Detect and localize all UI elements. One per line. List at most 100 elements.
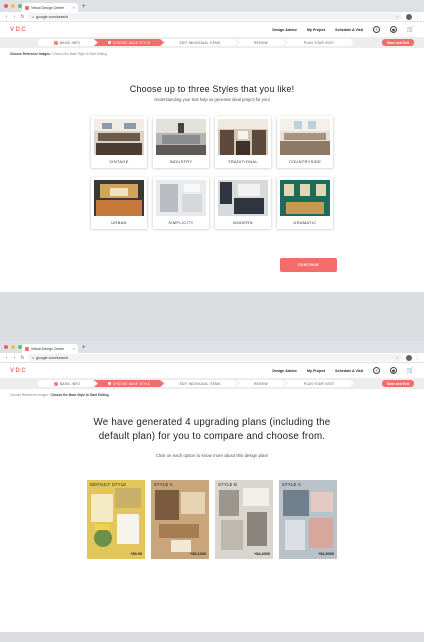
step-review[interactable]: REVIEW <box>236 380 286 387</box>
nav-design-advice[interactable]: Design Advice <box>272 28 297 32</box>
browser-tab[interactable]: Virtual Design Center × <box>22 344 78 353</box>
style-card-countryside[interactable]: COUNTRYSIDE <box>277 116 333 168</box>
user-icon[interactable]: ◉ <box>390 367 397 374</box>
window-controls <box>4 4 22 8</box>
page-title: We have generated 4 upgrading plans (inc… <box>93 417 331 442</box>
check-icon: ✓ <box>54 381 58 386</box>
style-label: MODERN <box>233 220 253 225</box>
style-card-traditional[interactable]: TRADITIONAL <box>215 116 271 168</box>
header-nav: Design Advice My Project Schedule A Visi… <box>272 26 414 33</box>
url-text: google.com/search <box>36 355 69 360</box>
step-label: REVIEW <box>254 40 268 45</box>
step-label: PLAN YOUR VISIT <box>303 381 335 386</box>
cart-icon[interactable]: 🛒 <box>407 367 414 374</box>
step-label: BASIC INFO <box>59 40 81 45</box>
plan-card-style-b[interactable]: STYLE B +$4,4000 <box>215 480 273 559</box>
reload-icon[interactable]: ↻ <box>20 14 25 20</box>
style-c-moodboard-image <box>279 480 337 559</box>
step-choose-base-style[interactable]: CHOOSE BASE STYLE <box>94 39 164 46</box>
step-basic-info[interactable]: ✓ BASIC INFO <box>38 380 96 387</box>
check-icon: ✓ <box>54 40 58 45</box>
profile-avatar[interactable] <box>406 13 412 20</box>
browser-tab-bar: Virtual Design Center × + <box>0 0 424 12</box>
nav-schedule-visit[interactable]: Schedule A Visit <box>335 369 363 373</box>
url-text: google.com/search <box>36 14 69 19</box>
back-icon[interactable]: ‹ <box>4 355 9 361</box>
step-label: EDIT INDIVIDUAL ITEMS <box>179 381 221 386</box>
style-card-vintage[interactable]: VINTAGE <box>91 116 147 168</box>
browser-menu-icon[interactable]: ⋮ <box>415 14 420 20</box>
step-label: CHOOSE BASE STYLE <box>112 40 151 45</box>
tab-close-icon[interactable]: × <box>73 346 75 351</box>
bookmark-star-icon[interactable]: ☆ <box>395 14 399 19</box>
progress-steps: ✓ BASIC INFO CHOOSE BASE STYLE EDIT INDIV… <box>0 37 424 48</box>
help-icon[interactable]: ? <box>373 367 380 374</box>
forward-icon[interactable]: › <box>12 14 17 20</box>
new-tab-button[interactable]: + <box>82 344 86 353</box>
close-window-dot[interactable] <box>4 345 8 349</box>
lock-icon: ● <box>32 14 35 19</box>
nav-my-project[interactable]: My Project <box>307 28 325 32</box>
maximize-window-dot[interactable] <box>18 4 22 8</box>
step-edit-individual-items[interactable]: EDIT INDIVIDUAL ITEMS <box>162 380 238 387</box>
step-label: REVIEW <box>254 381 268 386</box>
vdc-logo[interactable]: VDC <box>10 368 27 374</box>
nav-design-advice[interactable]: Design Advice <box>272 369 297 373</box>
step-plan-your-visit[interactable]: PLAN YOUR VISIT <box>284 39 354 46</box>
help-icon[interactable]: ? <box>373 26 380 33</box>
cart-icon[interactable]: 🛒 <box>407 26 414 33</box>
maximize-window-dot[interactable] <box>18 345 22 349</box>
step-plan-your-visit[interactable]: PLAN YOUR VISIT <box>284 380 354 387</box>
continue-button[interactable]: CONTINUE <box>280 258 337 272</box>
window-controls <box>4 345 22 349</box>
nav-schedule-visit[interactable]: Schedule A Visit <box>335 28 363 32</box>
save-and-exit-button[interactable]: Save and Exit <box>381 380 414 387</box>
breadcrumb-first[interactable]: Choose Reference Images <box>10 52 50 56</box>
step-label: BASIC INFO <box>59 381 81 386</box>
url-field[interactable]: ● google.com/search ☆ <box>28 354 403 361</box>
profile-avatar[interactable] <box>406 354 412 361</box>
browser-menu-icon[interactable]: ⋮ <box>415 355 420 361</box>
nav-my-project[interactable]: My Project <box>307 369 325 373</box>
tab-close-icon[interactable]: × <box>73 5 75 10</box>
style-card-dramatic[interactable]: DRAMATIC <box>277 177 333 229</box>
user-icon[interactable]: ◉ <box>390 26 397 33</box>
tab-title: Virtual Design Center <box>31 346 65 351</box>
plan-name: DEFAULT STYLE <box>90 482 127 487</box>
minimize-window-dot[interactable] <box>11 4 15 8</box>
plan-card-default[interactable]: DEFAULT STYLE +$0.00 <box>87 480 145 559</box>
step-label: CHOOSE BASE STYLE <box>112 381 151 386</box>
step-label: PLAN YOUR VISIT <box>303 40 335 45</box>
vdc-logo[interactable]: VDC <box>10 27 27 33</box>
browser-tab[interactable]: Virtual Design Center × <box>22 3 78 12</box>
address-bar-row: ‹ › ↻ ● google.com/search ☆ ⋮ <box>0 353 424 363</box>
page-subtitle: Understanding your test help us generate… <box>154 97 270 102</box>
step-review[interactable]: REVIEW <box>236 39 286 46</box>
bookmark-star-icon[interactable]: ☆ <box>395 355 399 360</box>
plan-options: DEFAULT STYLE +$0.00 STYLE A +$5,1000 ST… <box>0 480 424 559</box>
style-card-industry[interactable]: INDUSTRY <box>153 116 209 168</box>
industry-image <box>156 119 206 155</box>
step-edit-individual-items[interactable]: EDIT INDIVIDUAL ITEMS <box>162 39 238 46</box>
style-card-simplicity[interactable]: SIMPLICITY <box>153 177 209 229</box>
style-label: INDUSTRY <box>169 159 193 164</box>
new-tab-button[interactable]: + <box>82 3 86 12</box>
breadcrumb-first[interactable]: Choose Reference Images <box>10 393 48 397</box>
back-icon[interactable]: ‹ <box>4 14 9 20</box>
minimize-window-dot[interactable] <box>11 345 15 349</box>
style-label: COUNTRYSIDE <box>288 159 322 164</box>
style-label: VINTAGE <box>109 159 129 164</box>
url-field[interactable]: ● google.com/search ☆ <box>28 13 403 20</box>
step-basic-info[interactable]: ✓ BASIC INFO <box>38 39 96 46</box>
save-and-exit-button[interactable]: Save and Exit <box>381 39 414 46</box>
forward-icon[interactable]: › <box>12 355 17 361</box>
style-card-modern[interactable]: MODERN <box>215 177 271 229</box>
reload-icon[interactable]: ↻ <box>20 355 25 361</box>
close-window-dot[interactable] <box>4 4 8 8</box>
plan-card-style-a[interactable]: STYLE A +$5,1000 <box>151 480 209 559</box>
step-label: EDIT INDIVIDUAL ITEMS <box>179 40 221 45</box>
plan-card-style-c[interactable]: STYLE C +$4,9000 <box>279 480 337 559</box>
style-a-moodboard-image <box>151 480 209 559</box>
step-choose-base-style[interactable]: CHOOSE BASE STYLE <box>94 380 164 387</box>
style-card-urban[interactable]: URBAN <box>91 177 147 229</box>
